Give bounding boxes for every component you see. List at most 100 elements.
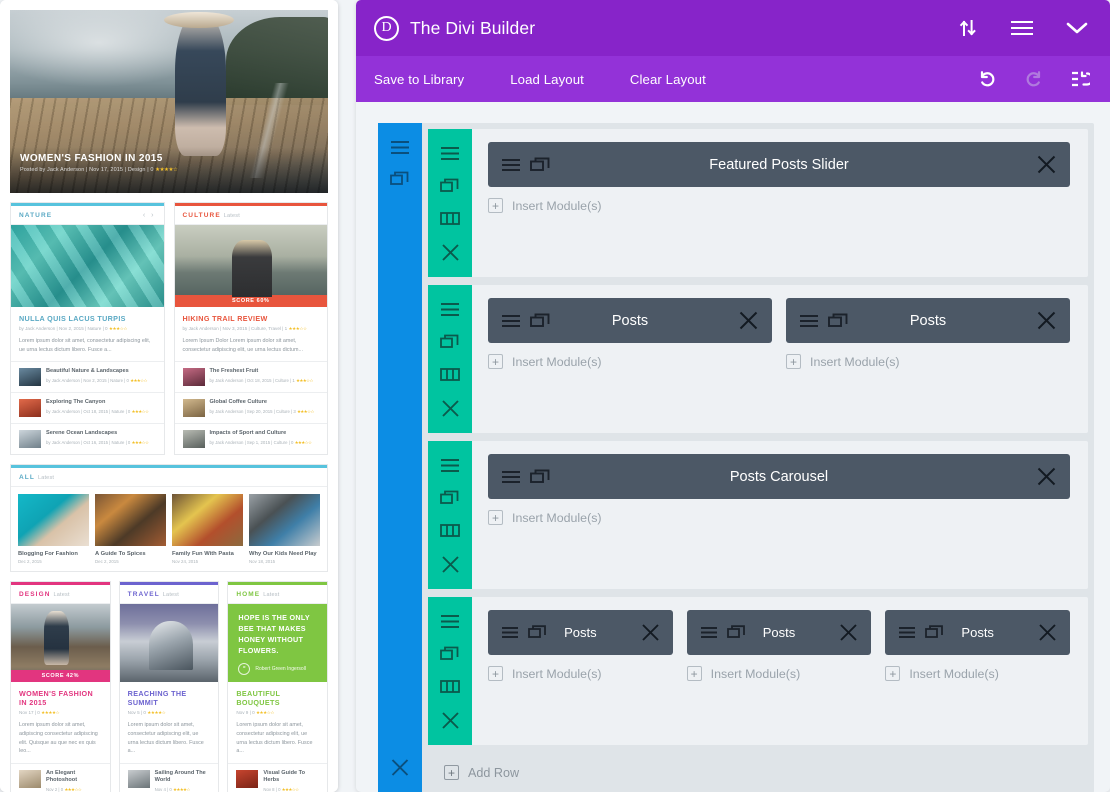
module-hamburger-icon[interactable]	[501, 158, 521, 172]
culture-category-sub: Latest	[223, 213, 240, 219]
list-item[interactable]: The Freshest Fruit by Jack Anderson | Oc…	[174, 361, 327, 392]
list-item[interactable]: Global Coffee Culture by Jack Anderson |…	[174, 392, 327, 423]
row-hamburger-icon[interactable]	[440, 458, 460, 473]
module-hamburger-icon[interactable]	[700, 626, 718, 639]
row-close-icon[interactable]	[441, 243, 460, 262]
module-hamburger-icon[interactable]	[799, 314, 819, 328]
add-row-button[interactable]: + Add Row	[428, 753, 1088, 792]
row-close-icon[interactable]	[441, 399, 460, 418]
row-clone-icon[interactable]	[440, 334, 460, 350]
travel-post-title[interactable]: REACHING THE SUMMIT	[128, 689, 211, 707]
module-clone-icon[interactable]	[530, 469, 551, 485]
module-controls	[898, 625, 944, 640]
list-item[interactable]: Exploring The Canyon by Jack Anderson | …	[11, 392, 164, 423]
module-posts[interactable]: Posts	[488, 610, 673, 655]
hamburger-menu-icon[interactable]	[1010, 19, 1034, 37]
row-clone-icon[interactable]	[440, 490, 460, 506]
module-posts[interactable]: Posts	[786, 298, 1070, 343]
module-clone-icon[interactable]	[530, 157, 551, 173]
list-item[interactable]: Sailing Around The World Nov 4 | 0 ★★★★☆	[119, 762, 219, 792]
module-close-icon[interactable]	[1038, 623, 1057, 642]
module-clone-icon[interactable]	[528, 625, 547, 640]
culture-thumbnail[interactable]: SCORE 60%	[174, 225, 327, 307]
sort-arrows-icon[interactable]	[958, 18, 978, 38]
row-hamburger-icon[interactable]	[440, 614, 460, 629]
module-posts-carousel[interactable]: Posts Carousel	[488, 454, 1070, 499]
module-clone-icon[interactable]	[828, 313, 849, 329]
insert-modules-button[interactable]: + Insert Module(s)	[488, 510, 1070, 525]
module-close-icon[interactable]	[1036, 310, 1057, 331]
section-hamburger-icon[interactable]	[390, 140, 410, 155]
list-item[interactable]: Beautiful Nature & Landscapes by Jack An…	[11, 361, 164, 392]
list-item-thumb	[172, 494, 243, 547]
load-layout-button[interactable]: Load Layout	[510, 72, 584, 87]
home-post-title[interactable]: BEAUTIFUL BOUQUETS	[236, 689, 319, 707]
module-close-icon[interactable]	[1036, 466, 1057, 487]
list-item-stars: ★★★☆☆	[296, 408, 314, 414]
insert-modules-button[interactable]: + Insert Module(s)	[885, 666, 1070, 681]
nature-carousel-arrows[interactable]: ‹ ›	[143, 212, 156, 219]
play-icon[interactable]	[237, 253, 264, 279]
list-item-meta: by Jack Anderson | Oct 18, 2015 | Nature…	[46, 409, 149, 415]
insert-modules-button[interactable]: + Insert Module(s)	[686, 666, 872, 681]
culture-post-title[interactable]: HIKING TRAIL REVIEW	[183, 314, 320, 323]
row-hamburger-icon[interactable]	[440, 146, 460, 161]
travel-post-stars: ★★★★☆	[147, 710, 166, 716]
clear-layout-button[interactable]: Clear Layout	[630, 72, 706, 87]
undo-icon[interactable]	[978, 70, 997, 89]
row-column: Posts + Insert Module(s)	[786, 298, 1070, 417]
module-clone-icon[interactable]	[925, 625, 944, 640]
module-posts[interactable]: Posts	[488, 298, 772, 343]
module-posts[interactable]: Posts	[686, 610, 872, 655]
redo-icon[interactable]	[1024, 70, 1043, 89]
module-close-icon[interactable]	[1036, 154, 1057, 175]
section-close-icon[interactable]	[391, 758, 410, 777]
list-item[interactable]: Visual Guide To Herbs Nov 8 | 0 ★★★☆☆	[228, 762, 328, 792]
row-close-icon[interactable]	[441, 711, 460, 730]
row-columns-icon[interactable]	[440, 211, 460, 226]
module-close-icon[interactable]	[839, 623, 858, 642]
row-hamburger-icon[interactable]	[440, 302, 460, 317]
row-columns-icon[interactable]	[440, 523, 460, 538]
row-clone-icon[interactable]	[440, 178, 460, 194]
list-item[interactable]: An Elegant Photoshoot Nov 2 | 0 ★★★☆☆	[11, 762, 110, 792]
insert-modules-button[interactable]: + Insert Module(s)	[786, 354, 1070, 369]
list-item[interactable]: Why Our Kids Need Play Nov 18, 2015	[249, 494, 320, 564]
list-item[interactable]: Serene Ocean Landscapes by Jack Anderson…	[11, 423, 164, 454]
row-columns-icon[interactable]	[440, 679, 460, 694]
history-icon[interactable]	[1070, 70, 1090, 89]
module-clone-icon[interactable]	[530, 313, 551, 329]
culture-post: HIKING TRAIL REVIEW by Jack Anderson | N…	[175, 307, 328, 361]
plus-icon: +	[686, 666, 702, 681]
nature-post-title[interactable]: NULLA QUIS LACUS TURPIS	[19, 314, 156, 323]
travel-thumbnail[interactable]	[119, 604, 219, 683]
insert-modules-button[interactable]: + Insert Module(s)	[488, 666, 673, 681]
nature-thumbnail[interactable]	[11, 225, 164, 307]
module-posts[interactable]: Posts	[885, 610, 1071, 655]
module-hamburger-icon[interactable]	[501, 470, 521, 484]
module-hamburger-icon[interactable]	[501, 626, 519, 639]
insert-modules-button[interactable]: + Insert Module(s)	[488, 354, 772, 369]
module-close-icon[interactable]	[641, 623, 660, 642]
module-hamburger-icon[interactable]	[501, 314, 521, 328]
design-thumbnail[interactable]: SCORE 42%	[11, 604, 110, 683]
list-item[interactable]: Blogging For Fashion Dec 2, 2015	[18, 494, 89, 564]
section-clone-icon[interactable]	[390, 171, 410, 187]
home-quote-text: HOPE IS THE ONLY BEE THAT MAKES HONEY WI…	[238, 613, 310, 655]
insert-modules-button[interactable]: + Insert Module(s)	[488, 198, 1070, 213]
chevron-down-icon[interactable]	[1066, 21, 1088, 35]
design-post-title[interactable]: WOMEN'S FASHION IN 2015	[19, 689, 102, 707]
list-item[interactable]: Impacts of Sport and Culture by Jack And…	[174, 423, 327, 454]
module-hamburger-icon[interactable]	[898, 626, 916, 639]
row-close-icon[interactable]	[441, 555, 460, 574]
row-clone-icon[interactable]	[440, 646, 460, 662]
module-clone-icon[interactable]	[726, 625, 746, 640]
module-featured-posts-slider[interactable]: Featured Posts Slider	[488, 142, 1070, 187]
row-columns-icon[interactable]	[440, 367, 460, 382]
list-item[interactable]: Family Fun With Pasta Nov 24, 2015	[172, 494, 243, 564]
module-close-icon[interactable]	[738, 310, 759, 331]
hero-featured-post[interactable]: WOMEN'S FASHION IN 2015 Posted by Jack A…	[10, 10, 328, 193]
save-to-library-button[interactable]: Save to Library	[374, 72, 464, 87]
travel-post: REACHING THE SUMMIT Nov 5 | 0 ★★★★☆ Lore…	[120, 682, 219, 763]
list-item[interactable]: A Guide To Spices Dec 2, 2015	[95, 494, 166, 564]
